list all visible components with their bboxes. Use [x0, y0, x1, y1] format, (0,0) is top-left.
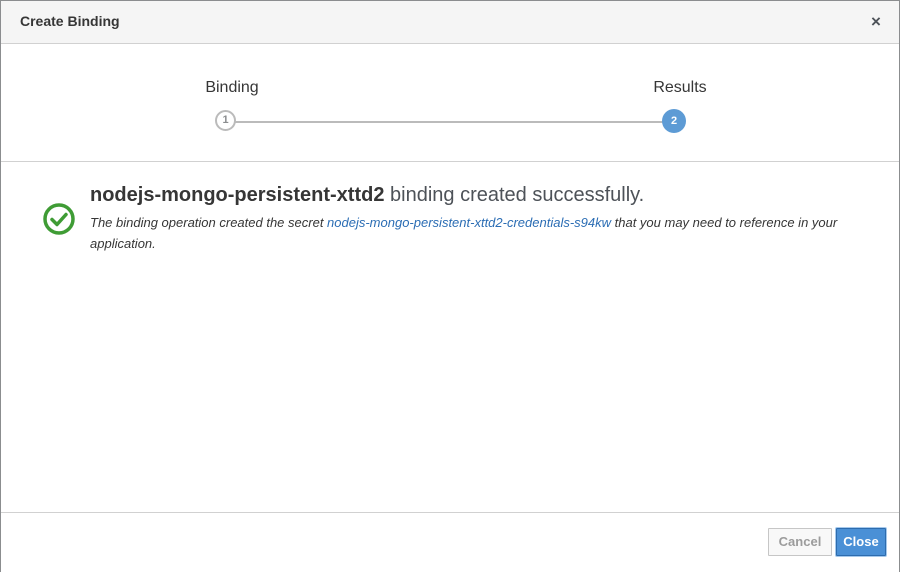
wizard-steps: Binding Results 1 2 — [1, 44, 899, 162]
step-label-binding[interactable]: Binding — [172, 79, 292, 97]
cancel-button[interactable]: Cancel — [768, 528, 832, 556]
result-area: nodejs-mongo-persistent-xttd2 binding cr… — [1, 162, 899, 512]
dialog-footer: Cancel Close — [1, 512, 899, 572]
step-connector — [232, 121, 675, 123]
dialog-header: Create Binding × — [1, 1, 899, 44]
check-circle-icon — [42, 202, 76, 236]
secret-link[interactable]: nodejs-mongo-persistent-xttd2-credential… — [327, 215, 611, 230]
step-label-results[interactable]: Results — [620, 79, 740, 97]
result-title: nodejs-mongo-persistent-xttd2 binding cr… — [90, 184, 644, 207]
dialog-title: Create Binding — [20, 13, 120, 29]
close-button[interactable]: Close — [836, 528, 886, 556]
close-icon[interactable]: × — [868, 12, 884, 32]
resource-name: nodejs-mongo-persistent-xttd2 — [90, 184, 385, 206]
success-message: binding created successfully. — [384, 184, 645, 206]
step-circle-binding[interactable]: 1 — [215, 110, 236, 131]
step-circle-results[interactable]: 2 — [662, 109, 686, 133]
detail-prefix: The binding operation created the secret — [90, 215, 328, 230]
create-binding-dialog: Create Binding × Binding Results 1 2 nod… — [0, 0, 900, 572]
result-detail: The binding operation created the secret… — [90, 212, 850, 254]
